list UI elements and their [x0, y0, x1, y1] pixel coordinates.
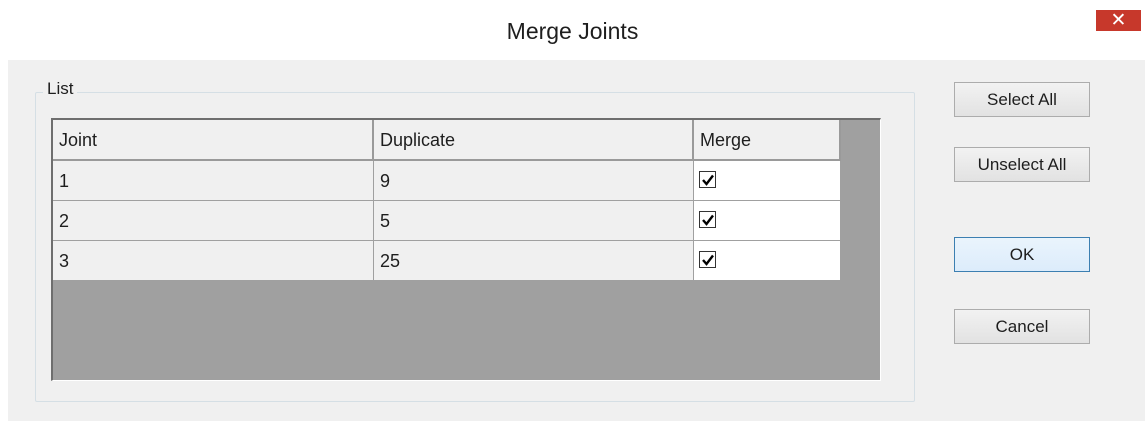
duplicate-cell[interactable]: 5 — [374, 201, 694, 241]
merge-cell — [694, 201, 841, 241]
joint-cell[interactable]: 1 — [53, 161, 374, 201]
joint-cell[interactable]: 3 — [53, 241, 374, 281]
column-header-joint[interactable]: Joint — [53, 120, 374, 161]
column-header-duplicate[interactable]: Duplicate — [374, 120, 694, 161]
merge-checkbox[interactable] — [699, 171, 716, 188]
check-icon — [702, 174, 714, 186]
title-bar: Merge Joints ✕ — [0, 0, 1145, 60]
duplicate-cell[interactable]: 9 — [374, 161, 694, 201]
column-header-merge[interactable]: Merge — [694, 120, 841, 161]
select-all-button[interactable]: Select All — [954, 82, 1090, 117]
close-button[interactable]: ✕ — [1096, 10, 1141, 31]
duplicate-cell[interactable]: 25 — [374, 241, 694, 281]
joint-cell[interactable]: 2 — [53, 201, 374, 241]
unselect-all-button[interactable]: Unselect All — [954, 147, 1090, 182]
merge-cell — [694, 241, 841, 281]
joints-grid[interactable]: Joint Duplicate Merge 1 9 2 5 3 25 — [51, 118, 881, 381]
check-icon — [702, 254, 714, 266]
dialog-body: List Joint Duplicate Merge 1 9 2 5 3 25 … — [8, 60, 1145, 421]
list-group-label: List — [43, 79, 78, 99]
cancel-button[interactable]: Cancel — [954, 309, 1090, 344]
window-title: Merge Joints — [506, 18, 639, 44]
merge-cell — [694, 161, 841, 201]
check-icon — [702, 214, 714, 226]
close-icon: ✕ — [1110, 10, 1127, 31]
merge-checkbox[interactable] — [699, 251, 716, 268]
merge-checkbox[interactable] — [699, 211, 716, 228]
ok-button[interactable]: OK — [954, 237, 1090, 272]
